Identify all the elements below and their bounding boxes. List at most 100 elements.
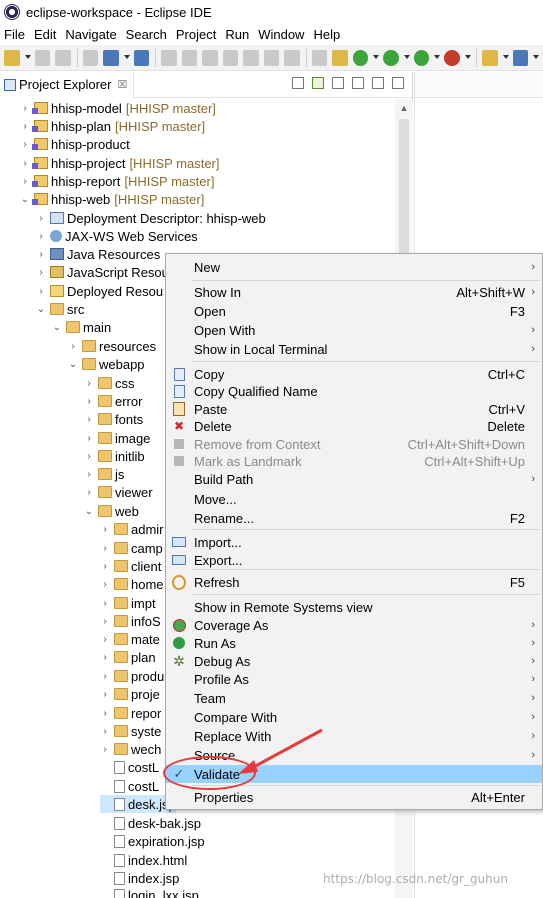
scroll-up-icon[interactable]: ▲ <box>395 99 413 117</box>
collapse-chevron-icon[interactable]: › <box>100 634 110 645</box>
collapse-chevron-icon[interactable]: › <box>100 524 110 535</box>
menu-item-move[interactable]: Move... <box>166 490 542 508</box>
project-tree-item[interactable]: › hhisp-project [HHISP master] <box>20 154 219 172</box>
maximize-icon[interactable] <box>392 77 404 89</box>
collapse-chevron-icon[interactable]: › <box>84 433 94 444</box>
step-over-icon[interactable] <box>263 49 280 66</box>
tree-item[interactable]: › produ <box>100 667 164 685</box>
toggle-word-wrap-icon[interactable] <box>311 49 328 66</box>
coverage-dropdown-icon[interactable] <box>434 54 441 61</box>
tree-item[interactable]: › JavaScript Resou <box>36 263 169 281</box>
menu-navigate[interactable]: Navigate <box>65 27 116 42</box>
expand-chevron-icon[interactable]: ⌄ <box>52 322 62 333</box>
new-icon[interactable] <box>4 49 20 66</box>
file-tree-item[interactable]: login_lxx.jsp <box>100 886 199 898</box>
expand-chevron-icon[interactable]: ⌄ <box>68 359 78 370</box>
collapse-chevron-icon[interactable]: › <box>20 176 30 187</box>
collapse-chevron-icon[interactable]: › <box>36 213 46 224</box>
collapse-chevron-icon[interactable]: › <box>20 121 30 132</box>
menu-item-delete[interactable]: ✖ Delete Delete <box>166 417 542 435</box>
menu-item-open[interactable]: Open F3 <box>166 302 542 320</box>
disconnect-icon[interactable] <box>222 49 239 66</box>
tree-item[interactable]: › resources <box>68 337 156 355</box>
collapse-chevron-icon[interactable]: › <box>20 103 30 114</box>
close-icon[interactable]: ☒ <box>117 78 127 91</box>
menu-item-paste[interactable]: Paste Ctrl+V <box>166 400 542 418</box>
menu-run[interactable]: Run <box>225 27 249 42</box>
menu-item-copy[interactable]: Copy Ctrl+C <box>166 365 542 383</box>
tree-item[interactable]: › fonts <box>84 410 143 428</box>
collapse-chevron-icon[interactable]: › <box>84 469 94 480</box>
tree-item[interactable]: › proje <box>100 685 160 703</box>
menu-help[interactable]: Help <box>313 27 340 42</box>
collapse-chevron-icon[interactable]: › <box>84 396 94 407</box>
tree-item[interactable]: › Deployed Resou <box>36 282 163 300</box>
collapse-chevron-icon[interactable]: › <box>100 579 110 590</box>
collapse-chevron-icon[interactable]: › <box>36 249 46 260</box>
collapse-chevron-icon[interactable]: › <box>100 671 110 682</box>
collapse-chevron-icon[interactable]: › <box>84 378 94 389</box>
file-tree-item[interactable]: costL <box>100 777 159 795</box>
collapse-chevron-icon[interactable]: › <box>84 451 94 462</box>
step-into-icon[interactable] <box>243 49 259 66</box>
expand-chevron-icon[interactable]: ⌄ <box>36 304 46 315</box>
file-tree-item[interactable]: index.html <box>100 851 187 869</box>
file-tree-item[interactable]: index.jsp <box>100 869 179 887</box>
collapse-chevron-icon[interactable]: › <box>100 689 110 700</box>
run-icon[interactable] <box>383 49 399 66</box>
new-dropdown-icon[interactable] <box>24 54 31 61</box>
run-dropdown-icon[interactable] <box>403 54 410 61</box>
collapse-chevron-icon[interactable]: › <box>84 487 94 498</box>
terminate-icon[interactable] <box>202 49 218 66</box>
tree-item[interactable]: ⌄ webapp <box>68 355 145 373</box>
tree-item[interactable]: › infoS <box>100 612 160 630</box>
tree-item[interactable]: › syste <box>100 722 161 740</box>
tree-item[interactable]: › js <box>84 465 124 483</box>
file-tree-item[interactable]: expiration.jsp <box>100 832 205 850</box>
menu-item-refresh[interactable]: Refresh F5 <box>166 573 542 591</box>
collapse-chevron-icon[interactable]: › <box>100 744 110 755</box>
file-tree-item[interactable]: costL <box>100 758 159 776</box>
tree-item[interactable]: › plan <box>100 648 155 666</box>
tree-item[interactable]: ⌄ web <box>84 502 139 520</box>
expand-chevron-icon[interactable]: ⌄ <box>84 506 94 517</box>
link-with-editor-icon[interactable] <box>312 77 324 89</box>
open-type-icon[interactable] <box>481 49 498 66</box>
terminal-dropdown-icon[interactable] <box>123 54 130 61</box>
debug-dropdown-icon[interactable] <box>373 54 380 61</box>
menu-item-rename[interactable]: Rename... F2 <box>166 509 542 527</box>
focus-icon[interactable] <box>332 77 344 89</box>
tree-item[interactable]: ⌄ src <box>36 300 85 318</box>
menu-item-copy-qualified-name[interactable]: Copy Qualified Name <box>166 382 542 400</box>
toggle-mark-occurrences-icon[interactable] <box>332 49 348 66</box>
coverage-icon[interactable] <box>413 49 430 66</box>
file-tree-item[interactable]: desk-bak.jsp <box>100 814 201 832</box>
tree-item[interactable]: › Java Resources <box>36 245 160 263</box>
menu-project[interactable]: Project <box>176 27 216 42</box>
project-tree-item[interactable]: › hhisp-model [HHISP master] <box>20 99 216 117</box>
menu-item-show-in[interactable]: Show In Alt+Shift+W › <box>166 283 542 301</box>
tree-item[interactable]: › initlib <box>84 447 144 465</box>
view-menu-icon[interactable] <box>352 77 364 89</box>
expand-chevron-icon[interactable]: ⌄ <box>20 194 30 205</box>
new-class-dropdown-icon[interactable] <box>533 54 540 61</box>
terminal-icon[interactable] <box>103 49 119 66</box>
new-class-icon[interactable] <box>512 49 529 66</box>
collapse-all-icon[interactable] <box>292 77 304 89</box>
project-tree-item[interactable]: ⌄ hhisp-web [HHISP master] <box>20 190 205 208</box>
menu-item-import[interactable]: Import... <box>166 533 542 551</box>
collapse-chevron-icon[interactable]: › <box>100 543 110 554</box>
collapse-chevron-icon[interactable]: › <box>84 414 94 425</box>
tree-item[interactable]: › wech <box>100 740 161 758</box>
external-tools-dropdown-icon[interactable] <box>465 54 471 61</box>
menu-item-coverage-as[interactable]: Coverage As › <box>166 616 542 634</box>
print-icon[interactable] <box>82 49 99 66</box>
menu-item-new[interactable]: New › <box>166 258 542 276</box>
collapse-chevron-icon[interactable]: › <box>100 598 110 609</box>
collapse-chevron-icon[interactable]: › <box>20 139 30 150</box>
menu-item-profile-as[interactable]: Profile As › <box>166 670 542 688</box>
collapse-chevron-icon[interactable]: › <box>20 158 30 169</box>
menu-item-compare-with[interactable]: Compare With › <box>166 708 542 726</box>
tree-item[interactable]: › error <box>84 392 142 410</box>
tree-item[interactable]: › impt <box>100 594 155 612</box>
